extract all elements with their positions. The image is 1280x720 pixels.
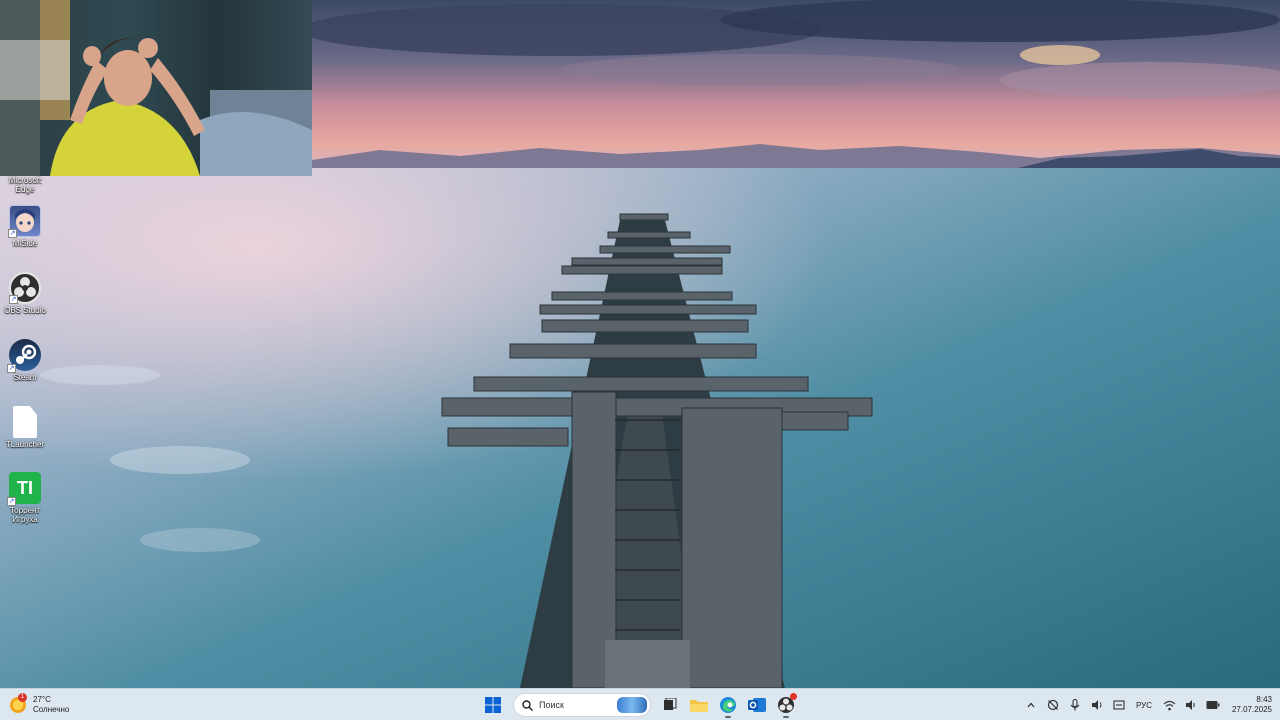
desktop-icon-torrent[interactable]: TI ↗ Торрент Игруха (2, 472, 48, 524)
notification-dot (790, 693, 797, 700)
running-indicator (783, 716, 789, 718)
miside-icon: ↗ (8, 205, 41, 238)
desktop-icon-edge[interactable]: Microsoft Edge (2, 152, 48, 194)
start-button[interactable] (480, 692, 506, 718)
clock-time: 8:43 (1256, 695, 1272, 704)
weather-text: 27°C Солнечно (33, 695, 69, 715)
volume-icon (1186, 700, 1195, 710)
speaker-icon (1092, 700, 1102, 710)
battery-tray[interactable] (1202, 694, 1224, 716)
obs-taskbar-button[interactable] (773, 692, 799, 718)
speaker-tray[interactable] (1086, 694, 1108, 716)
torrent-icon: TI ↗ (7, 472, 41, 506)
clock[interactable]: 8:43 27.07.2025 (1224, 695, 1272, 715)
steam-icon: ↗ (7, 339, 41, 373)
clock-date: 27.07.2025 (1231, 705, 1272, 714)
desktop-icon-label: Торрент Игруха (9, 506, 41, 524)
windows-logo-icon (485, 697, 501, 713)
search-icon (522, 699, 533, 711)
outlook-icon (748, 698, 766, 712)
weather-temp: 27°C (33, 695, 51, 704)
task-view-button[interactable] (657, 692, 683, 718)
wifi-tray[interactable] (1158, 694, 1180, 716)
webcam-overlay (0, 0, 312, 176)
desktop-icon-label: Steam (13, 373, 37, 382)
torrent-glyph: TI (17, 477, 33, 498)
edge-icon (9, 152, 41, 174)
file-explorer-icon (690, 700, 708, 712)
chevron-up-icon (1027, 702, 1035, 708)
file-explorer-button[interactable] (686, 692, 712, 718)
network-off-tray[interactable] (1042, 694, 1064, 716)
edge-button[interactable] (715, 692, 741, 718)
running-indicator (725, 716, 731, 718)
file-icon (13, 406, 37, 438)
weather-condition: Солнечно (33, 705, 70, 714)
taskbar: 1 27°C Солнечно Поиск РУС 8:43 27.07.202… (0, 688, 1280, 720)
desktop-icon-label: MiSide (12, 239, 38, 248)
search-highlight-icon (617, 697, 647, 713)
desktop-icon-steam[interactable]: ↗ Steam (2, 339, 48, 382)
desktop-icon-obs[interactable]: ↗ OBS Studio (2, 272, 48, 315)
obs-icon: ↗ (9, 272, 41, 304)
edge-icon (720, 697, 736, 713)
desktop-icon-miside[interactable]: ↗ MiSide (2, 205, 48, 248)
tray-app[interactable] (1108, 694, 1130, 716)
wifi-icon (1163, 700, 1175, 710)
network-off-icon (1047, 699, 1059, 711)
desktop-icon-label: OBS Studio (4, 306, 46, 315)
shortcut-arrow-icon: ↗ (7, 497, 16, 506)
task-view-icon (664, 698, 677, 710)
system-tray: РУС 8:43 27.07.2025 (1020, 692, 1280, 718)
sun-icon: 1 (10, 693, 27, 713)
shortcut-arrow-icon: ↗ (7, 364, 16, 373)
battery-icon (1206, 701, 1220, 709)
desktop-icon-tlauncher[interactable]: TLauncher (2, 406, 48, 449)
language-indicator[interactable]: РУС (1130, 701, 1158, 710)
search-placeholder: Поиск (539, 700, 564, 710)
shortcut-arrow-icon: ↗ (9, 295, 18, 304)
tray-app-icon (1113, 700, 1125, 710)
desktop-icon-label: Microsoft Edge (8, 176, 42, 194)
taskbar-center: Поиск (480, 692, 802, 718)
weather-badge: 1 (18, 693, 27, 702)
microphone-icon (1070, 699, 1080, 711)
volume-tray[interactable] (1180, 694, 1202, 716)
microphone-tray[interactable] (1064, 694, 1086, 716)
desktop-icon-label: TLauncher (5, 440, 45, 449)
show-hidden-icons-button[interactable] (1020, 694, 1042, 716)
outlook-button[interactable] (744, 692, 770, 718)
search-input[interactable]: Поиск (513, 693, 651, 717)
shortcut-arrow-icon: ↗ (8, 229, 17, 238)
weather-widget[interactable]: 1 27°C Солнечно (10, 692, 69, 718)
